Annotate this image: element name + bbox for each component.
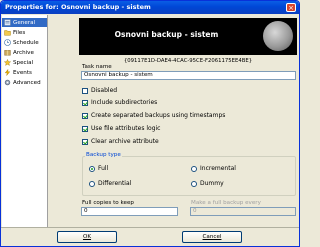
- separate-backups-label: Create separated backups using timestamp…: [91, 112, 226, 119]
- clear-archive-label: Clear archive attribute: [91, 138, 159, 145]
- archive-icon: [4, 50, 11, 56]
- cancel-button[interactable]: Cancel: [182, 231, 242, 243]
- backup-type-incremental[interactable]: Incremental: [191, 165, 236, 172]
- close-icon: ×: [288, 4, 294, 12]
- make-full-label: Make a full backup every: [191, 200, 261, 206]
- full-copies-label: Full copies to keep: [82, 200, 134, 206]
- separate-backups-checkbox[interactable]: [82, 112, 88, 119]
- events-icon: [4, 69, 11, 76]
- sidebar-item-general[interactable]: General: [2, 18, 47, 27]
- disabled-label: Disabled: [91, 87, 118, 94]
- differential-label: Differential: [98, 180, 132, 187]
- make-full-input[interactable]: 0: [190, 207, 296, 216]
- sidebar-item-label: Schedule: [13, 39, 39, 46]
- special-icon: [4, 59, 11, 66]
- sidebar-item-label: General: [13, 19, 36, 26]
- title-bar[interactable]: Properties for: Osnovni backup - sistem …: [1, 1, 299, 14]
- files-icon: [4, 30, 11, 36]
- full-copies-input[interactable]: 0: [81, 207, 178, 216]
- dummy-radio[interactable]: [191, 180, 197, 187]
- task-name-input[interactable]: Osnovni backup - sistem: [81, 71, 296, 80]
- include-subdirectories-option[interactable]: Include subdirectories: [82, 99, 157, 106]
- file-attributes-checkbox[interactable]: [82, 125, 88, 132]
- window-title: Properties for: Osnovni backup - sistem: [5, 3, 151, 11]
- clear-archive-option[interactable]: Clear archive attribute: [82, 138, 159, 145]
- sidebar-item-label: Advanced: [13, 79, 41, 86]
- banner-title: Osnovni backup - sistem: [114, 30, 219, 39]
- schedule-icon: [4, 39, 11, 46]
- sidebar-item-label: Events: [13, 69, 32, 76]
- task-name-label: Task name: [82, 64, 112, 70]
- backup-type-differential[interactable]: Differential: [89, 180, 131, 187]
- moon-icon: [263, 21, 293, 51]
- sidebar-item-label: Archive: [13, 49, 34, 56]
- backup-type-full[interactable]: Full: [89, 165, 108, 172]
- include-subdirectories-checkbox[interactable]: [82, 99, 88, 106]
- backup-type-title: Backup type: [85, 152, 122, 158]
- sidebar-item-events[interactable]: Events: [2, 68, 47, 77]
- disabled-option[interactable]: Disabled: [82, 87, 117, 94]
- sidebar-item-files[interactable]: Files: [2, 28, 47, 37]
- ok-button[interactable]: OK: [57, 231, 117, 243]
- properties-window: Properties for: Osnovni backup - sistem …: [0, 0, 300, 247]
- general-icon: [4, 19, 11, 26]
- sidebar-item-advanced[interactable]: Advanced: [2, 78, 47, 87]
- sidebar-item-special[interactable]: Special: [2, 58, 47, 67]
- sidebar-item-schedule[interactable]: Schedule: [2, 38, 47, 47]
- cancel-button-label: Cancel: [202, 234, 222, 240]
- incremental-radio[interactable]: [191, 165, 197, 172]
- backup-type-group: [82, 156, 296, 196]
- footer-divider: [1, 227, 299, 228]
- incremental-label: Incremental: [200, 165, 236, 172]
- backup-type-dummy[interactable]: Dummy: [191, 180, 224, 187]
- advanced-icon: [4, 79, 11, 86]
- full-radio[interactable]: [89, 165, 95, 172]
- full-label: Full: [98, 165, 109, 172]
- ok-button-label: OK: [82, 234, 92, 240]
- sidebar: General Files Schedule Archive Special E…: [2, 15, 48, 227]
- file-attributes-option[interactable]: Use file attributes logic: [82, 125, 160, 132]
- file-attributes-label: Use file attributes logic: [91, 125, 161, 132]
- clear-archive-checkbox[interactable]: [82, 138, 88, 145]
- separate-backups-option[interactable]: Create separated backups using timestamp…: [82, 112, 225, 119]
- close-button[interactable]: ×: [286, 3, 296, 12]
- include-subdirectories-label: Include subdirectories: [91, 99, 158, 106]
- dummy-label: Dummy: [200, 180, 224, 187]
- sidebar-item-label: Special: [13, 59, 34, 66]
- header-banner: Osnovni backup - sistem: [79, 18, 297, 55]
- disabled-checkbox[interactable]: [82, 87, 88, 94]
- differential-radio[interactable]: [89, 180, 95, 187]
- sidebar-item-archive[interactable]: Archive: [2, 48, 47, 57]
- sidebar-item-label: Files: [13, 29, 26, 36]
